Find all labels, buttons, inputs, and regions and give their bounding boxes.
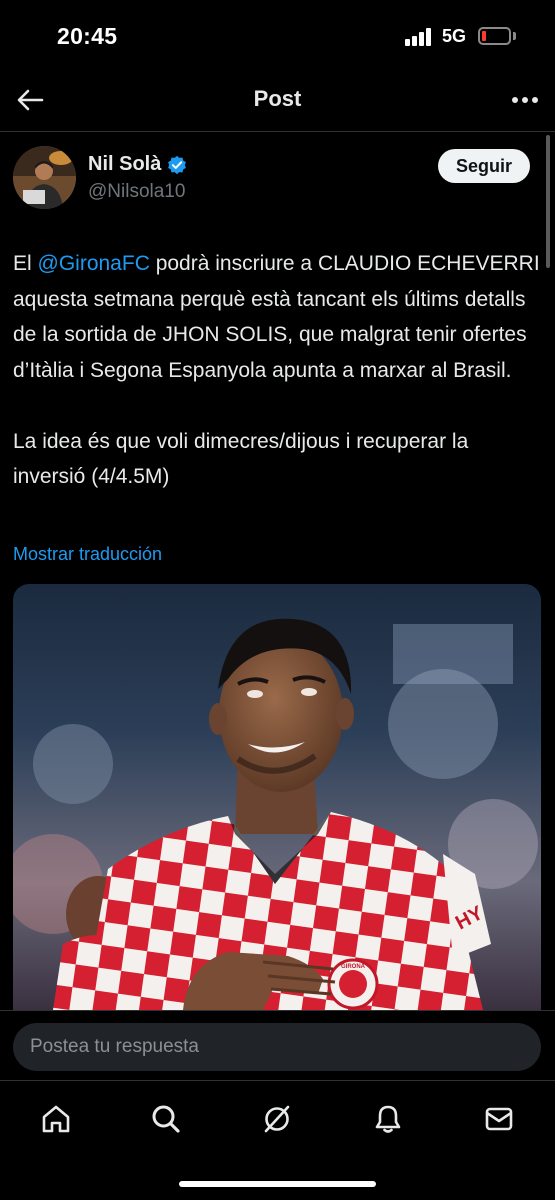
nav-search[interactable] bbox=[144, 1097, 188, 1141]
signal-icon bbox=[405, 28, 435, 46]
reply-input[interactable] bbox=[13, 1023, 541, 1071]
player-photo: HY GIRONA bbox=[13, 584, 541, 1010]
post-text-start: El bbox=[13, 252, 38, 275]
author-name-row: Nil Solà bbox=[88, 153, 187, 176]
status-bar: 20:45 5G bbox=[0, 0, 555, 74]
reply-bar bbox=[0, 1010, 555, 1080]
nav-grok[interactable] bbox=[255, 1097, 299, 1141]
back-button[interactable] bbox=[12, 82, 48, 118]
mention-link[interactable]: @GironaFC bbox=[38, 252, 150, 275]
post-text-rest: podrà inscriure a CLAUDIO ECHEVERRI aque… bbox=[13, 252, 540, 488]
network-type: 5G bbox=[442, 26, 467, 46]
scrollbar[interactable] bbox=[546, 135, 550, 268]
post-header: Post bbox=[0, 74, 555, 132]
home-icon bbox=[42, 1105, 70, 1133]
search-icon bbox=[152, 1105, 180, 1133]
avatar[interactable] bbox=[13, 146, 76, 209]
nav-messages[interactable] bbox=[477, 1097, 521, 1141]
notifications-icon bbox=[375, 1105, 401, 1133]
arrow-left-icon bbox=[17, 89, 44, 111]
grok-icon bbox=[264, 1105, 290, 1133]
messages-icon bbox=[485, 1107, 513, 1131]
battery-icon bbox=[478, 27, 511, 45]
nav-notifications[interactable] bbox=[366, 1097, 410, 1141]
status-time: 20:45 bbox=[57, 23, 118, 49]
post-text: El @GironaFC podrà inscriure a CLAUDIO E… bbox=[13, 246, 541, 495]
nav-home[interactable] bbox=[34, 1097, 78, 1141]
crest-text: GIRONA bbox=[341, 964, 366, 970]
home-indicator[interactable] bbox=[179, 1181, 376, 1187]
show-translation-link[interactable]: Mostrar traducción bbox=[13, 544, 162, 565]
post-media-image[interactable]: HY GIRONA bbox=[13, 584, 541, 1010]
verified-badge-icon bbox=[168, 155, 187, 174]
more-button[interactable] bbox=[509, 84, 541, 116]
avatar-image bbox=[13, 146, 76, 209]
author-name[interactable]: Nil Solà bbox=[88, 153, 161, 176]
follow-button[interactable]: Seguir bbox=[438, 149, 530, 183]
more-horizontal-icon bbox=[512, 97, 538, 103]
page-title: Post bbox=[253, 86, 302, 111]
author-handle[interactable]: @Nilsola10 bbox=[88, 181, 185, 203]
battery-tip bbox=[513, 32, 516, 40]
